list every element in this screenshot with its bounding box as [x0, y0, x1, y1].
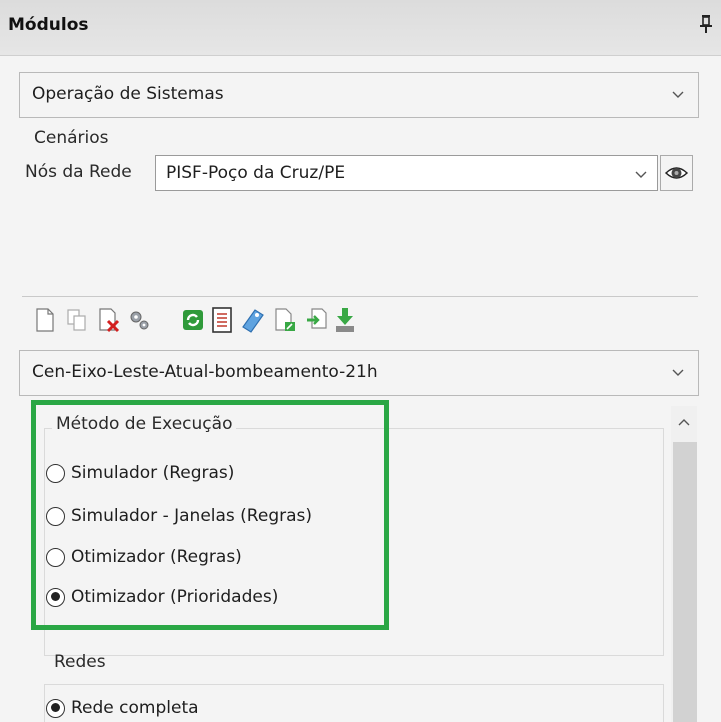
download-icon[interactable] — [332, 306, 358, 334]
eye-icon — [664, 167, 689, 179]
chevron-down-icon — [672, 369, 684, 376]
chevron-down-icon — [672, 91, 684, 98]
scenario-select[interactable]: Cen-Eixo-Leste-Atual-bombeamento-21h — [19, 350, 699, 396]
chevron-up-icon[interactable] — [678, 418, 690, 426]
modules-panel: Operação de Sistemas Cenários Nós da Red… — [0, 56, 721, 722]
import-icon[interactable] — [272, 306, 298, 334]
delete-icon[interactable] — [96, 306, 122, 334]
scenarios-label: Cenários — [34, 128, 109, 148]
network-nodes-select[interactable]: PISF-Poço da Cruz/PE — [155, 155, 658, 191]
networks-label: Redes — [54, 652, 106, 672]
pin-icon[interactable] — [699, 14, 713, 34]
module-select-value: Operação de Sistemas — [32, 84, 224, 104]
radio-label: Rede completa — [71, 698, 199, 718]
vertical-scrollbar[interactable] — [671, 406, 697, 722]
copy-icon[interactable] — [64, 306, 90, 334]
panel-title: Módulos — [8, 15, 89, 35]
view-node-button[interactable] — [660, 155, 693, 191]
settings-icon[interactable] — [126, 306, 152, 334]
divider — [22, 296, 698, 297]
export-icon[interactable] — [304, 306, 330, 334]
new-document-icon[interactable] — [32, 306, 58, 334]
panel-titlebar: Módulos — [0, 0, 721, 56]
radio-rede-completa[interactable]: Rede completa — [46, 696, 199, 720]
tag-icon[interactable] — [240, 306, 266, 334]
radio-button[interactable] — [46, 698, 65, 718]
refresh-icon[interactable] — [180, 306, 206, 334]
list-icon[interactable] — [210, 306, 236, 334]
scrollbar-thumb[interactable] — [673, 442, 697, 722]
chevron-down-icon — [635, 171, 647, 178]
scenario-select-value: Cen-Eixo-Leste-Atual-bombeamento-21h — [32, 362, 378, 382]
network-nodes-label: Nós da Rede — [25, 162, 132, 182]
highlight-box — [31, 400, 389, 630]
network-nodes-value: PISF-Poço da Cruz/PE — [166, 163, 346, 183]
module-select[interactable]: Operação de Sistemas — [19, 72, 699, 118]
